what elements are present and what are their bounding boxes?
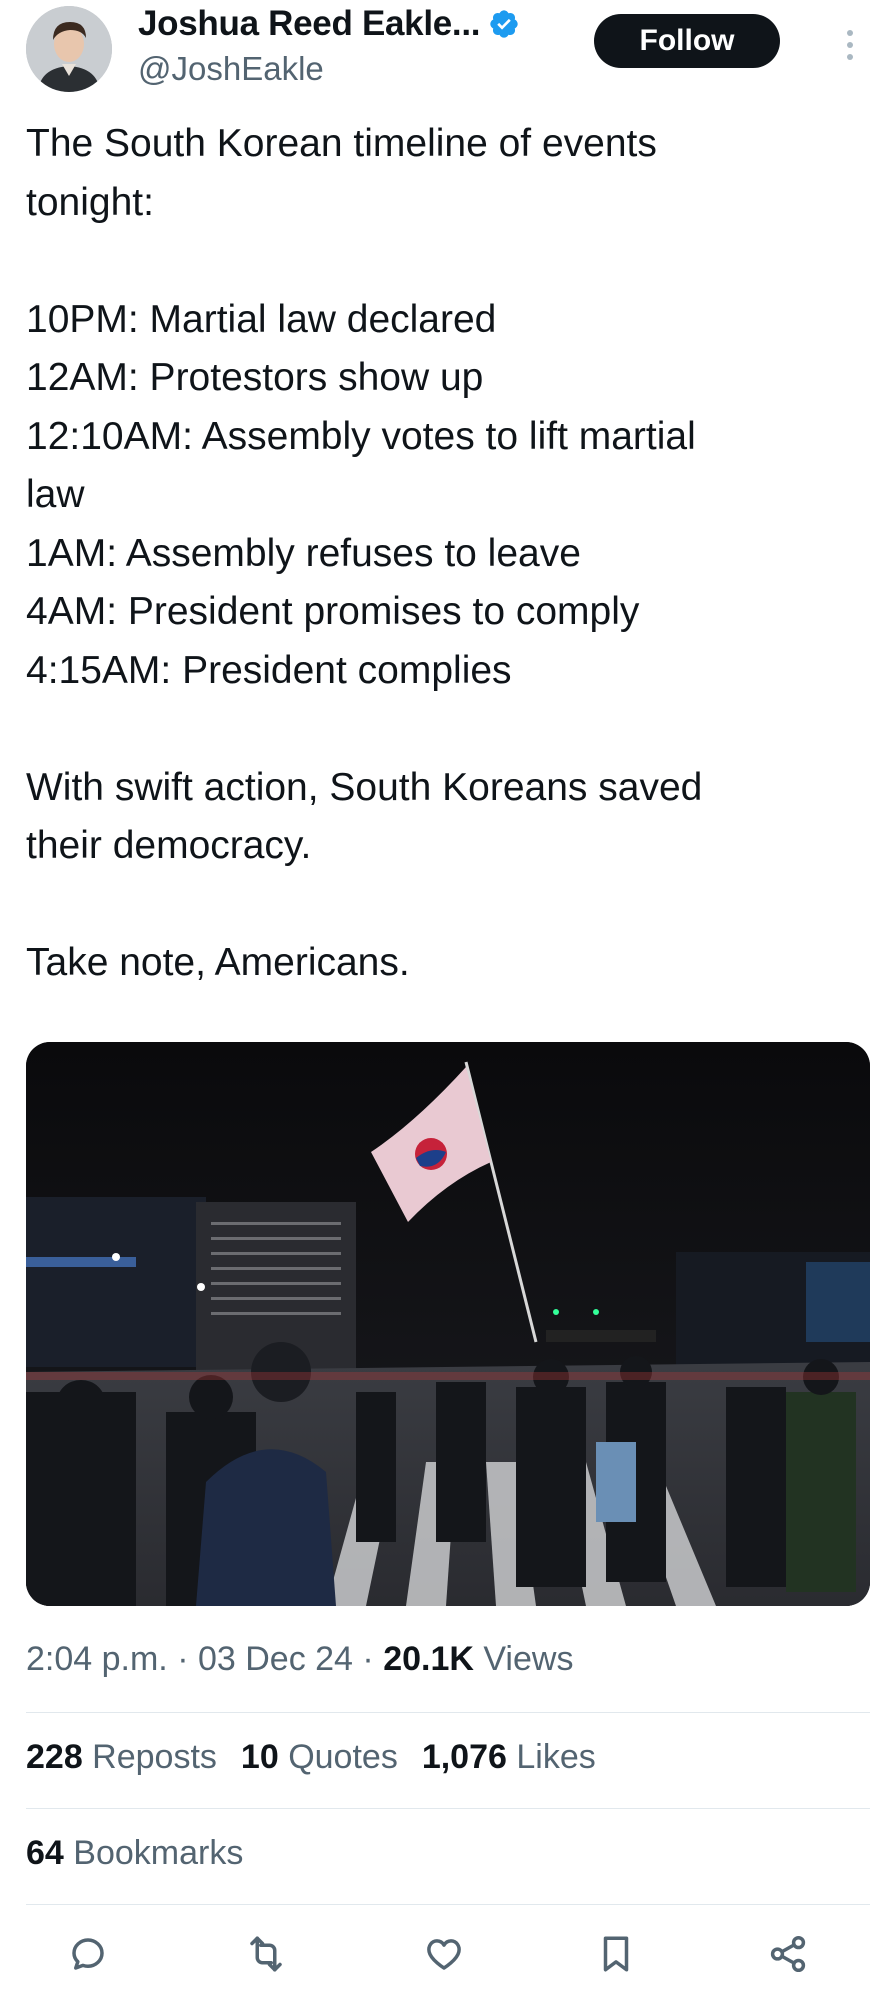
reposts-label: Reposts bbox=[82, 1738, 217, 1776]
author-display-name[interactable]: Joshua Reed Eakle... bbox=[138, 4, 481, 44]
likes-count: 1,076 bbox=[421, 1738, 507, 1776]
divider bbox=[26, 1712, 870, 1713]
reposts-count: 228 bbox=[26, 1738, 83, 1776]
meta-separator: · bbox=[352, 1640, 384, 1678]
verified-badge-icon bbox=[488, 8, 520, 40]
quotes-label: Quotes bbox=[278, 1738, 398, 1776]
engagement-stats: 228 Reposts 10 Quotes 1,076 Likes bbox=[26, 1738, 620, 1777]
author-handle[interactable]: @JoshEakle bbox=[138, 50, 520, 88]
quotes-count: 10 bbox=[240, 1738, 279, 1776]
divider bbox=[26, 1904, 870, 1905]
tweet-header: Joshua Reed Eakle... @JoshEakle Follow bbox=[26, 4, 876, 92]
views-count: 20.1K bbox=[383, 1640, 474, 1678]
avatar[interactable] bbox=[26, 6, 112, 92]
likes-stat[interactable]: 1,076 Likes bbox=[422, 1738, 596, 1776]
tweet-photo[interactable] bbox=[26, 1042, 870, 1606]
reposts-stat[interactable]: 228 Reposts bbox=[26, 1738, 217, 1776]
heart-icon[interactable] bbox=[420, 1930, 468, 1978]
tweet-time[interactable]: 2:04 p.m. bbox=[26, 1640, 168, 1678]
tweet-meta: 2:04 p.m. · 03 Dec 24 · 20.1K Views bbox=[26, 1640, 573, 1679]
meta-separator: · bbox=[167, 1640, 198, 1678]
tweet-date[interactable]: 03 Dec 24 bbox=[198, 1640, 353, 1678]
tweet-text: The South Korean timeline of events toni… bbox=[26, 122, 703, 984]
views-label: Views bbox=[473, 1640, 574, 1678]
bookmarks-stats: 64 Bookmarks bbox=[26, 1834, 267, 1873]
reply-icon[interactable] bbox=[64, 1930, 112, 1978]
bookmarks-count: 64 bbox=[26, 1834, 64, 1872]
follow-button[interactable]: Follow bbox=[594, 14, 780, 68]
repost-icon[interactable] bbox=[242, 1930, 290, 1978]
quotes-stat[interactable]: 10 Quotes bbox=[241, 1738, 398, 1776]
share-icon[interactable] bbox=[764, 1930, 812, 1978]
bookmarks-label: Bookmarks bbox=[63, 1834, 244, 1872]
author-names: Joshua Reed Eakle... @JoshEakle bbox=[138, 4, 520, 88]
divider bbox=[26, 1808, 870, 1809]
bookmarks-stat[interactable]: 64 Bookmarks bbox=[26, 1834, 243, 1872]
bookmark-icon[interactable] bbox=[592, 1930, 640, 1978]
more-vertical-icon[interactable] bbox=[844, 28, 856, 62]
action-bar bbox=[0, 1930, 896, 1980]
likes-label: Likes bbox=[506, 1738, 596, 1776]
